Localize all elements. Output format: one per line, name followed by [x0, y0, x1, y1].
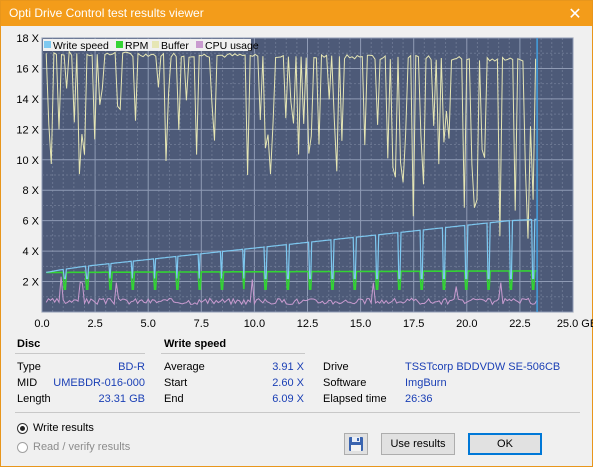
drive-value: TSSTcorp BDDVDW SE-506CB [405, 361, 561, 373]
x-tick-label: 7.5 [194, 318, 209, 330]
legend-label: CPU usage [205, 40, 259, 52]
disc-type-label: Type [17, 361, 41, 373]
y-tick-label: 12 X [16, 124, 39, 136]
chart-legend: Write speed RPM Buffer CPU usage [43, 39, 259, 52]
results-viewer-window: Opti Drive Control test results viewer ✕… [0, 0, 593, 467]
use-results-button[interactable]: Use results [381, 433, 455, 455]
software-value: ImgBurn [405, 377, 447, 389]
x-tick-label: 5.0 [141, 318, 156, 330]
end-value: 6.09 X [272, 393, 304, 405]
legend-swatch [44, 41, 51, 48]
x-tick-label: 10.0 [244, 318, 265, 330]
disc-length-label: Length [17, 393, 51, 405]
legend-label: Buffer [161, 40, 189, 52]
title-bar: Opti Drive Control test results viewer ✕ [1, 1, 592, 26]
disc-type-value: BD-R [118, 361, 145, 373]
x-tick-label: 2.5 [87, 318, 102, 330]
x-tick-label: 22.5 [509, 318, 530, 330]
average-label: Average [164, 361, 205, 373]
drive-label: Drive [323, 361, 349, 373]
bottom-separator [15, 412, 580, 413]
legend-swatch [116, 41, 123, 48]
y-tick-label: 18 X [16, 33, 39, 45]
disc-mid-value: UMEBDR-016-000 [53, 377, 145, 389]
speed-chart-svg: 2 X 4 X 6 X 8 X 10 X 12 X 14 X 16 X 18 X 0.0 2.5 5.… [16, 33, 593, 330]
elapsed-time-label: Elapsed time [323, 393, 387, 405]
disc-separator [15, 353, 145, 354]
y-tick-label: 16 X [16, 63, 39, 75]
disc-section-title: Disc [17, 338, 41, 350]
x-tick-label: 0.0 [34, 318, 49, 330]
average-value: 3.91 X [272, 361, 304, 373]
start-label: Start [164, 377, 188, 389]
x-tick-label: 25.0 GB [557, 318, 593, 330]
write-results-radio[interactable] [17, 422, 28, 434]
save-button[interactable] [344, 433, 368, 455]
write-results-option[interactable]: Write results [17, 422, 94, 434]
start-value: 2.60 X [272, 377, 304, 389]
write-results-label: Write results [33, 422, 94, 434]
ok-button[interactable]: OK [468, 433, 542, 455]
close-icon[interactable]: ✕ [558, 1, 592, 26]
legend-label: RPM [125, 40, 148, 52]
y-tick-label: 14 X [16, 94, 39, 106]
y-tick-label: 8 X [22, 185, 39, 197]
end-label: End [164, 393, 184, 405]
x-tick-label: 17.5 [403, 318, 424, 330]
write-speed-section-title: Write speed [164, 338, 227, 350]
y-tick-label: 4 X [22, 246, 39, 258]
disc-mid-label: MID [17, 377, 38, 389]
x-tick-label: 15.0 [350, 318, 371, 330]
legend-swatch [196, 41, 203, 48]
read-verify-option[interactable]: Read / verify results [17, 441, 130, 453]
y-tick-label: 2 X [22, 277, 39, 289]
y-tick-label: 6 X [22, 216, 39, 228]
x-tick-label: 12.5 [297, 318, 318, 330]
write-speed-separator [161, 353, 305, 354]
read-verify-radio[interactable] [17, 441, 28, 453]
floppy-disk-icon [349, 437, 363, 451]
x-tick-label: 20.0 [456, 318, 477, 330]
window-title: Opti Drive Control test results viewer [9, 6, 204, 20]
disc-length-value: 23.31 GB [98, 393, 145, 405]
elapsed-time-value: 26:36 [405, 393, 433, 405]
y-tick-label: 10 X [16, 155, 39, 167]
legend-swatch [152, 41, 159, 48]
speed-chart: 2 X 4 X 6 X 8 X 10 X 12 X 14 X 16 X 18 X 0.0 2.5 5.… [1, 27, 593, 337]
legend-label: Write speed [53, 40, 109, 52]
software-label: Software [323, 377, 367, 389]
read-verify-label: Read / verify results [33, 441, 131, 453]
